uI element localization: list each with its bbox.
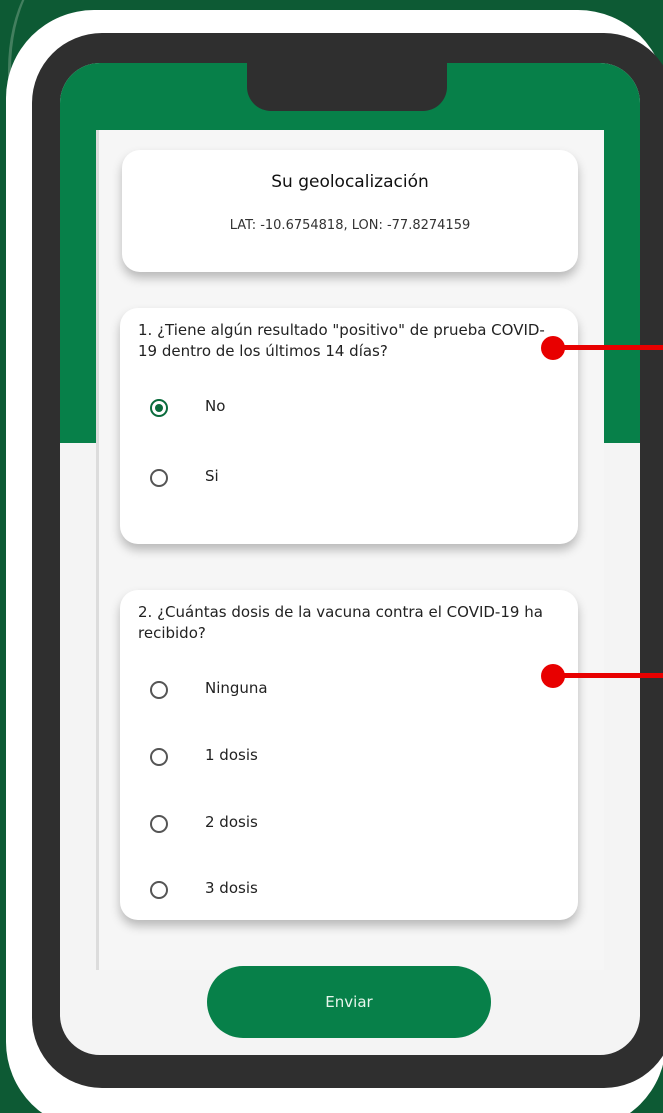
q2-option-2-dosis[interactable]: 2 dosis xyxy=(150,809,450,839)
radio-unchecked-icon[interactable] xyxy=(150,815,168,833)
annotation-dot-icon xyxy=(541,664,565,688)
q1-option-si[interactable]: Si xyxy=(150,463,450,493)
geolocation-title: Su geolocalización xyxy=(271,172,429,192)
radio-unchecked-icon[interactable] xyxy=(150,469,168,487)
radio-unchecked-icon[interactable] xyxy=(150,681,168,699)
q2-option-label: 2 dosis xyxy=(205,813,258,831)
annotation-line xyxy=(552,673,663,678)
radio-checked-icon[interactable] xyxy=(150,399,168,417)
annotation-dot-icon xyxy=(541,336,565,360)
q2-option-3-dosis[interactable]: 3 dosis xyxy=(150,875,450,905)
question-2-card: 2. ¿Cuántas dosis de la vacuna contra el… xyxy=(120,590,578,920)
q1-option-label: No xyxy=(205,397,226,415)
question-1-card: 1. ¿Tiene algún resultado "positivo" de … xyxy=(120,308,578,544)
radio-unchecked-icon[interactable] xyxy=(150,748,168,766)
phone-notch xyxy=(247,63,447,111)
q2-option-label: 1 dosis xyxy=(205,746,258,764)
radio-unchecked-icon[interactable] xyxy=(150,881,168,899)
q2-option-1-dosis[interactable]: 1 dosis xyxy=(150,742,450,772)
geolocation-coords: LAT: -10.6754818, LON: -77.8274159 xyxy=(229,218,471,233)
q1-option-no[interactable]: No xyxy=(150,393,450,423)
q2-option-label: 3 dosis xyxy=(205,879,258,897)
q1-option-label: Si xyxy=(205,467,219,485)
submit-button[interactable]: Enviar xyxy=(207,966,491,1038)
geolocation-card: Su geolocalización LAT: -10.6754818, LON… xyxy=(122,150,578,272)
q2-option-ninguna[interactable]: Ninguna xyxy=(150,675,450,705)
question-1-text: 1. ¿Tiene algún resultado "positivo" de … xyxy=(138,321,545,360)
q2-option-label: Ninguna xyxy=(205,679,268,697)
question-2-text: 2. ¿Cuántas dosis de la vacuna contra el… xyxy=(138,603,543,642)
annotation-line xyxy=(552,345,663,350)
